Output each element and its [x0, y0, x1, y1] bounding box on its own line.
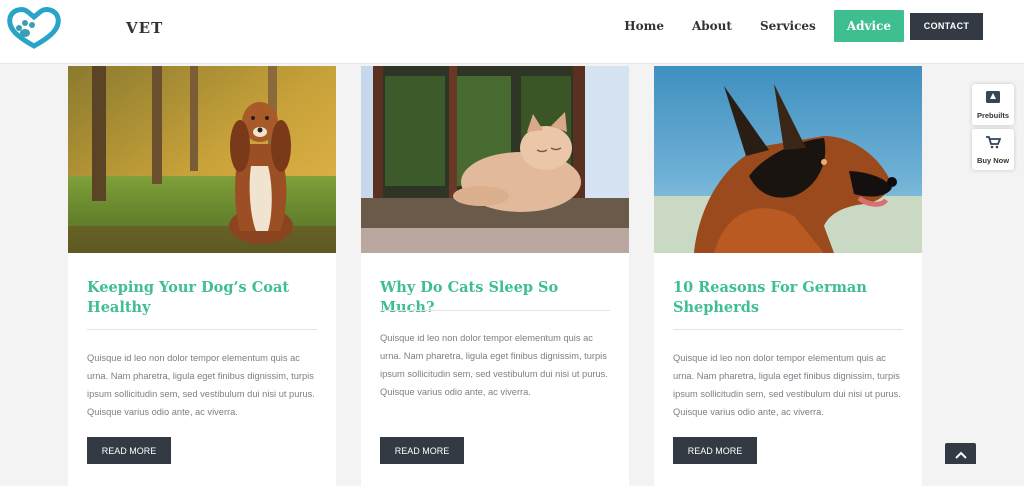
blog-card: 10 Reasons For German Shepherds Quisque … — [654, 66, 922, 486]
chevron-up-icon — [954, 444, 967, 463]
blog-card: Why Do Cats Sleep So Much? Quisque id le… — [361, 66, 629, 486]
nav-home[interactable]: Home — [624, 19, 664, 33]
prebuilts-button[interactable]: Prebuilts — [972, 84, 1014, 125]
card-excerpt: Quisque id leo non dolor tempor elementu… — [87, 353, 315, 417]
title-divider — [380, 310, 610, 311]
main-nav: Home About Services Advice CONTACT — [610, 10, 983, 42]
floating-side-panel: Prebuilts Buy Now — [972, 84, 1014, 170]
nav-about[interactable]: About — [692, 19, 732, 33]
card-excerpt: Quisque id leo non dolor tempor elementu… — [673, 353, 901, 417]
sleeping-cat-photo[interactable] — [361, 66, 629, 253]
box-icon — [985, 89, 1001, 108]
read-more-button[interactable]: READ MORE — [87, 437, 171, 464]
read-more-button[interactable]: READ MORE — [673, 437, 757, 464]
card-excerpt: Quisque id leo non dolor tempor elementu… — [380, 333, 608, 397]
title-divider — [87, 329, 317, 330]
buy-now-button[interactable]: Buy Now — [972, 129, 1014, 170]
site-header: VET Home About Services Advice CONTACT — [0, 0, 1024, 64]
back-to-top-button[interactable] — [945, 443, 976, 464]
paw-heart-logo[interactable] — [6, 6, 62, 50]
read-more-button[interactable]: READ MORE — [380, 437, 464, 464]
cart-icon — [985, 134, 1002, 153]
king-charles-spaniel-photo[interactable] — [68, 66, 336, 253]
card-title[interactable]: Why Do Cats Sleep So Much? — [380, 278, 610, 318]
card-title[interactable]: Keeping Your Dog’s Coat Healthy — [87, 278, 317, 318]
nav-advice[interactable]: Advice — [833, 10, 904, 42]
prebuilts-label: Prebuilts — [976, 111, 1010, 120]
title-divider — [673, 329, 903, 330]
nav-services[interactable]: Services — [760, 19, 816, 33]
buy-now-label: Buy Now — [976, 156, 1010, 165]
blog-card: Keeping Your Dog’s Coat Healthy Quisque … — [68, 66, 336, 486]
brand-name: VET — [126, 19, 164, 37]
german-shepherd-photo[interactable] — [654, 66, 922, 253]
contact-button[interactable]: CONTACT — [910, 12, 983, 40]
card-title[interactable]: 10 Reasons For German Shepherds — [673, 278, 903, 318]
